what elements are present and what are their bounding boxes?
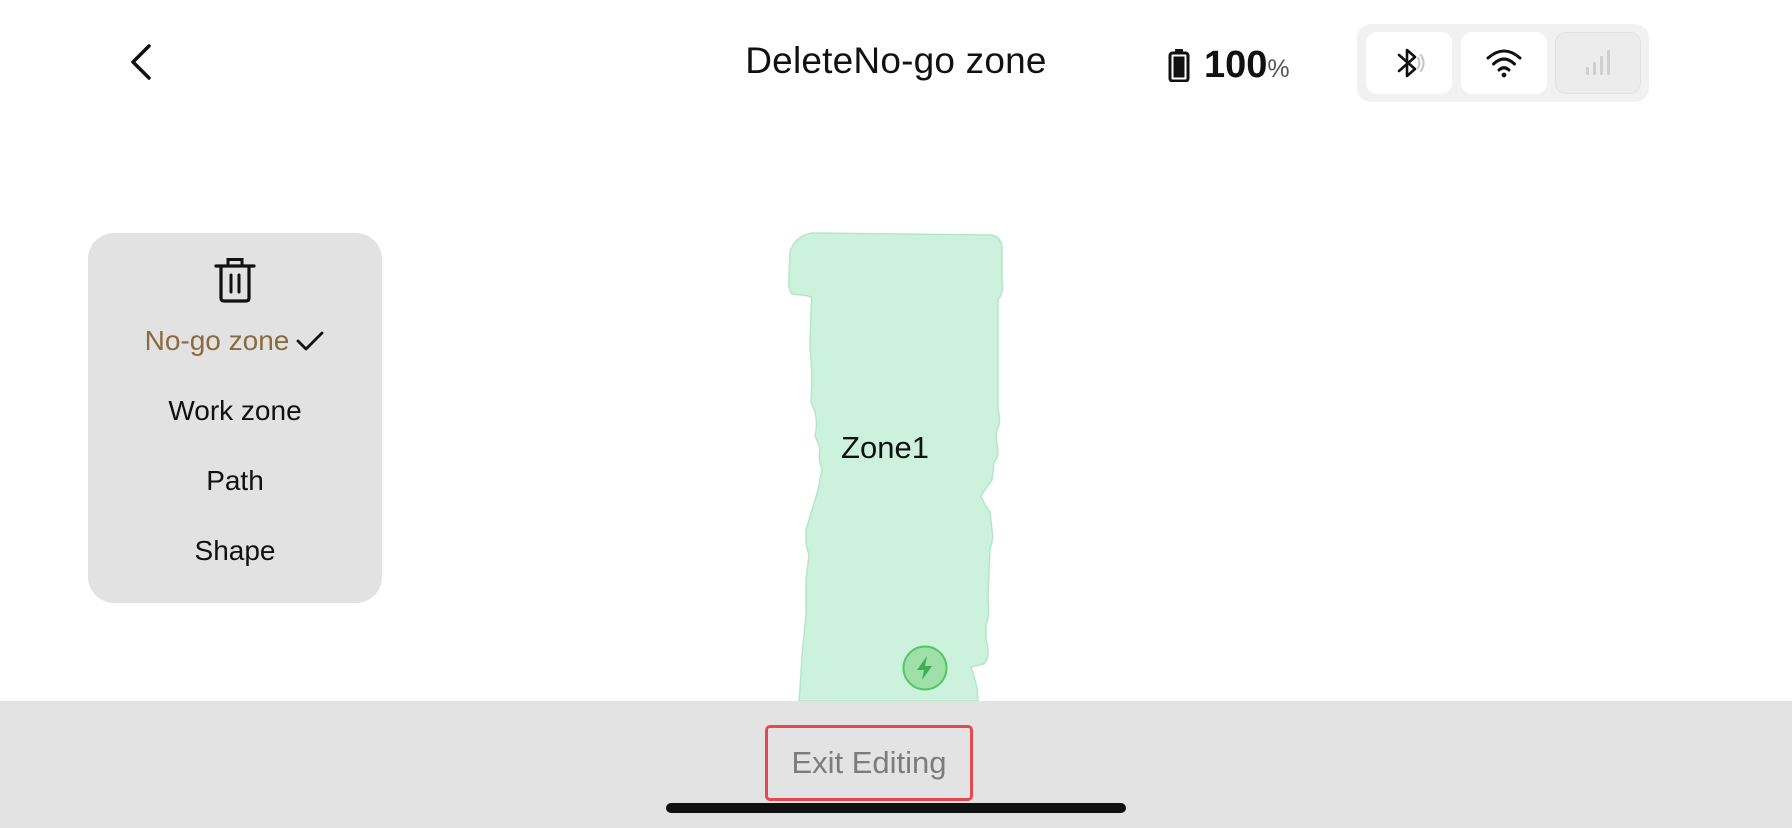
menu-item-no-go-zone[interactable]: No-go zone	[88, 316, 382, 366]
zone-area	[788, 232, 1004, 702]
trash-icon	[214, 258, 256, 303]
menu-item-work-zone[interactable]: Work zone	[88, 386, 382, 436]
wifi-icon	[1486, 49, 1522, 78]
chevron-left-icon	[131, 44, 151, 80]
check-icon	[295, 330, 325, 352]
battery-level: 100	[1204, 43, 1268, 86]
page-title: DeleteNo-go zone	[745, 40, 1047, 81]
battery-icon	[1168, 49, 1190, 82]
battery-status: 100 %	[1168, 42, 1290, 88]
menu-item-path[interactable]: Path	[88, 456, 382, 506]
wifi-button[interactable]	[1461, 32, 1547, 94]
connectivity-toggle-group	[1357, 24, 1649, 102]
zone-type-menu: No-go zone Work zone Path Shape	[88, 233, 382, 603]
zone-label: Zone1	[841, 430, 929, 465]
menu-item-shape[interactable]: Shape	[88, 526, 382, 576]
delete-button[interactable]	[207, 253, 263, 307]
cellular-button[interactable]	[1555, 32, 1641, 94]
menu-item-label: Shape	[194, 535, 276, 566]
battery-unit: %	[1267, 54, 1290, 83]
charging-station-icon[interactable]	[902, 645, 948, 691]
bluetooth-button[interactable]	[1366, 32, 1452, 94]
exit-editing-button[interactable]: Exit Editing	[765, 725, 973, 801]
back-button[interactable]	[118, 38, 166, 86]
menu-item-label: Work zone	[168, 395, 302, 426]
home-indicator	[666, 803, 1126, 813]
cellular-signal-icon	[1586, 50, 1610, 75]
menu-item-label: No-go zone	[144, 325, 290, 356]
bluetooth-icon	[1397, 48, 1425, 78]
menu-item-label: Path	[206, 465, 264, 496]
